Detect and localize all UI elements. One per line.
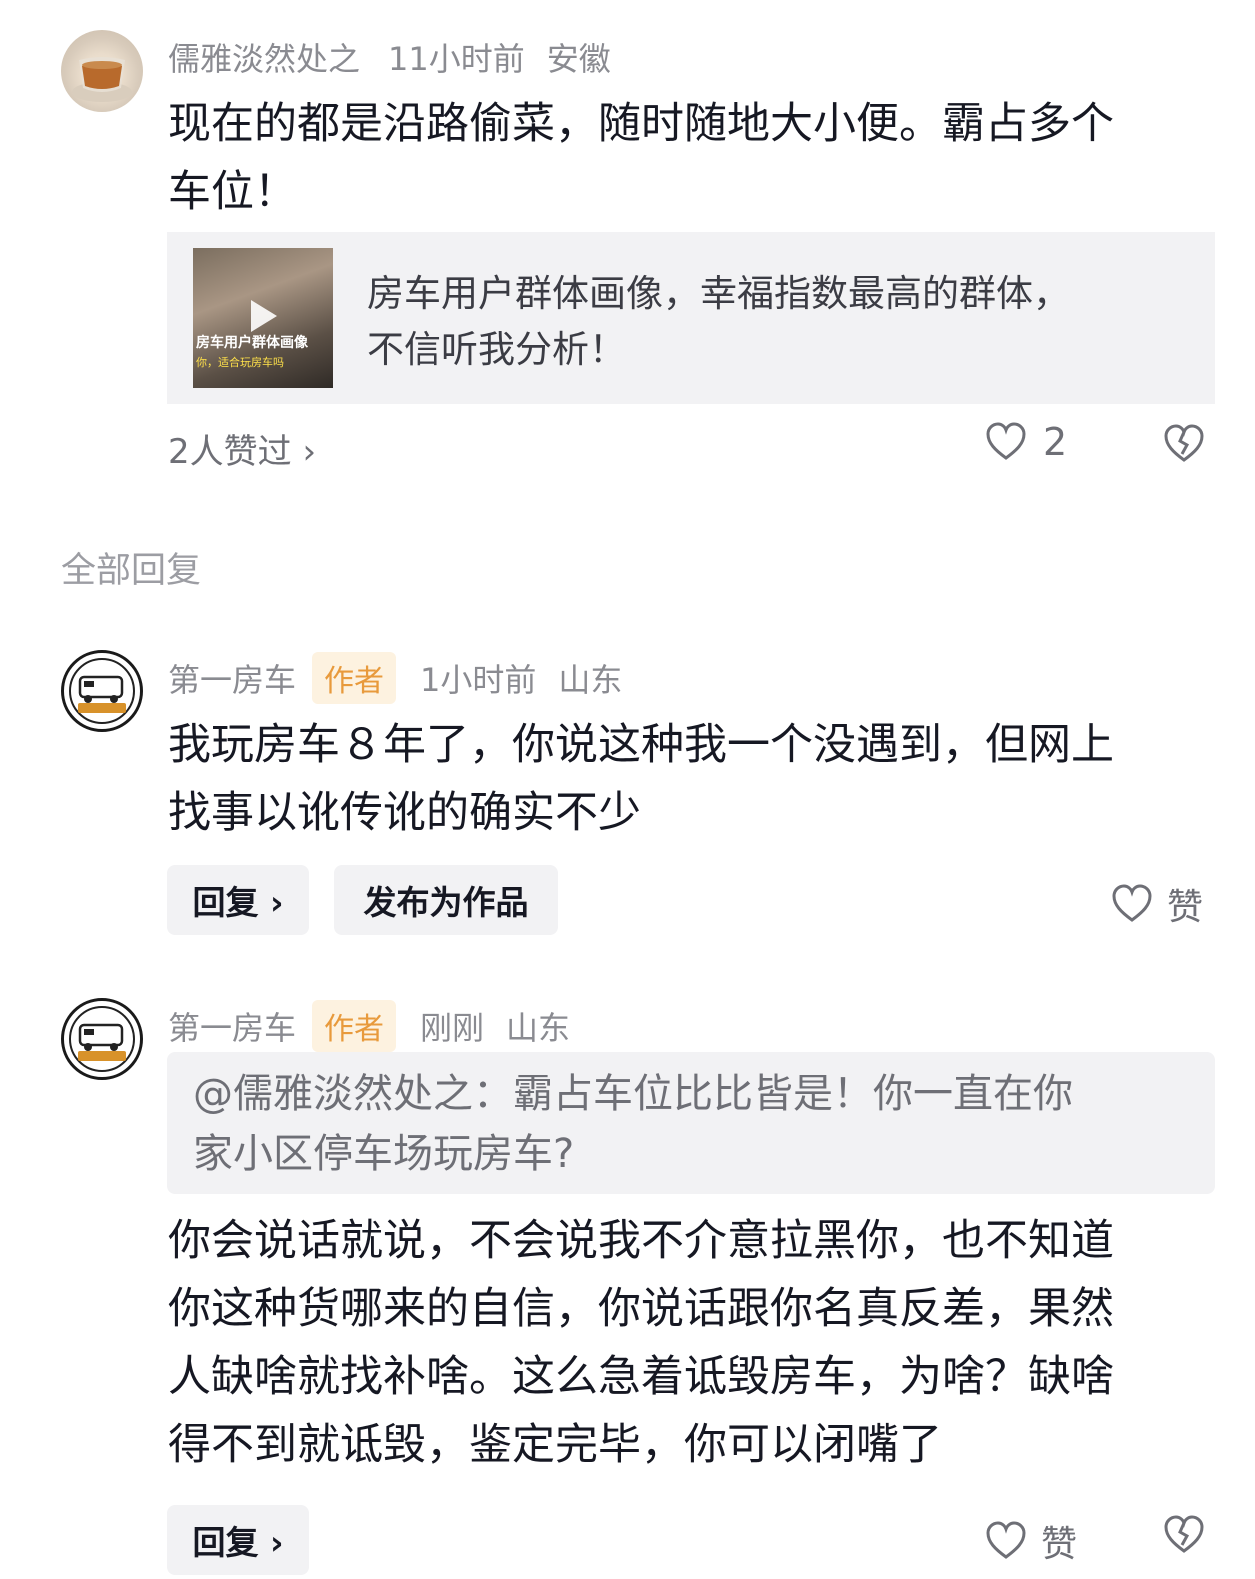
author-badge: 作者 [312,1000,397,1052]
like-label: 赞 [1041,1524,1078,1565]
dislike-button[interactable] [1163,1515,1205,1559]
timestamp: 11小时前 [388,40,525,78]
broken-heart-icon [1164,424,1204,462]
brand-logo-avatar-image [69,1006,135,1072]
like-button[interactable]: 2 [985,420,1067,464]
tea-cup-avatar-image [72,57,132,102]
play-icon [251,300,277,332]
video-thumbnail[interactable]: 房车用户群体画像 你，适合玩房车吗 [193,248,333,388]
reply-meta: 第一房车 作者 1小时前 山东 [168,652,622,704]
dislike-button[interactable] [1163,424,1205,468]
username[interactable]: 第一房车 [168,1003,296,1049]
heart-icon [986,1521,1026,1559]
location: 山东 [558,661,623,699]
author-badge: 作者 [312,652,397,704]
location: 安徽 [546,40,611,78]
avatar[interactable] [61,30,143,112]
reply-text: 我玩房车８年了，你说这种我一个没遇到，但网上 找事以讹传讹的确实不少 [168,720,1114,838]
reply-text: 你会说话就说，不会说我不介意拉黑你，也不知道 你这种货哪来的自信，你说话跟你名真… [168,1216,1114,1470]
reply-button[interactable]: 回复 › [167,865,309,935]
timestamp: 1小时前 [420,661,537,699]
publish-as-work-button[interactable]: 发布为作品 [334,865,558,935]
quoted-comment[interactable]: @儒雅淡然处之：霸占车位比比皆是！你一直在你 家小区停车场玩房车? [167,1052,1215,1194]
comment-meta: 儒雅淡然处之 11小时前 安徽 [168,34,611,80]
reply-meta: 第一房车 作者 刚刚 山东 [168,1000,570,1052]
replies-section-title: 全部回复 [61,551,202,591]
thumbnail-caption: 房车用户群体画像 [196,335,308,351]
comment-text: 现在的都是沿路偷菜，随时随地大小便。霸占多个 车位！ [168,99,1114,217]
thumbnail-subcaption: 你，适合玩房车吗 [196,356,284,369]
like-button[interactable]: 赞 [985,1515,1077,1567]
timestamp: 刚刚 [420,1009,485,1047]
username[interactable]: 儒雅淡然处之 [168,34,360,80]
username[interactable]: 第一房车 [168,655,296,701]
brand-logo-avatar-image [69,658,135,724]
like-count: 2 [1043,420,1068,464]
like-button[interactable]: 赞 [1111,878,1203,930]
broken-heart-icon [1164,1515,1204,1553]
like-label: 赞 [1167,887,1204,928]
avatar[interactable] [61,998,143,1080]
heart-icon [1112,884,1152,922]
likers-link[interactable]: 2人赞过 › [168,424,316,473]
location: 山东 [506,1009,571,1047]
avatar[interactable] [61,650,143,732]
heart-icon [986,422,1026,460]
video-title: 房车用户群体画像，幸福指数最高的群体， 不信听我分析！ [367,272,1070,371]
video-card[interactable]: 房车用户群体画像 你，适合玩房车吗 房车用户群体画像，幸福指数最高的群体， 不信… [167,232,1215,404]
reply-button[interactable]: 回复 › [167,1505,309,1575]
